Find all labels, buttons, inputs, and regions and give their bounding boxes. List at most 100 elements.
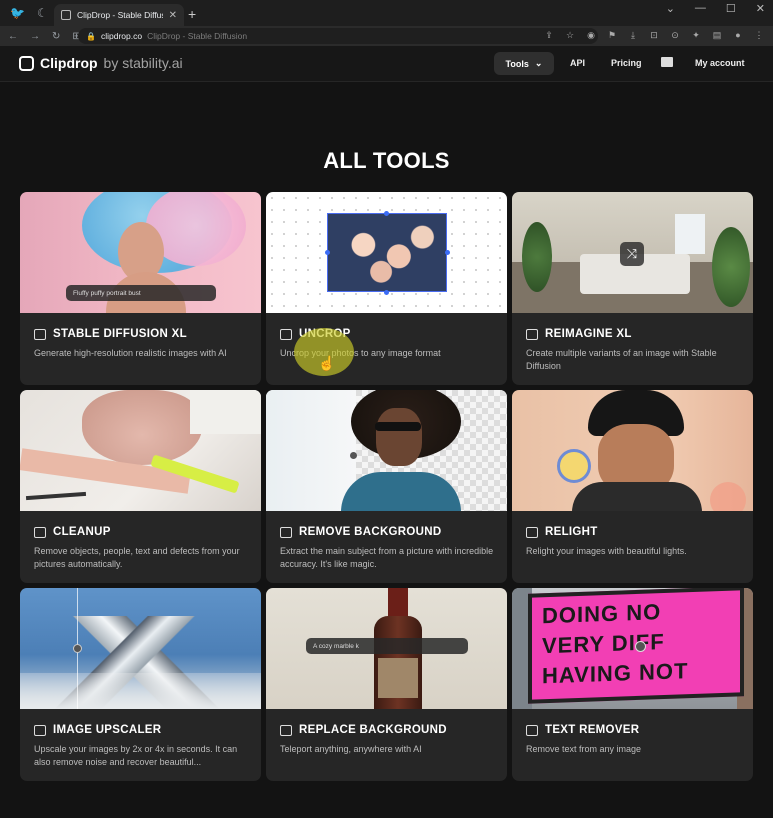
tab-title: ClipDrop - Stable Diffusion	[77, 10, 163, 20]
tool-card-relight[interactable]: RELIGHT Relight your images with beautif…	[512, 390, 753, 583]
minimize-icon[interactable]: —	[695, 2, 706, 15]
tool-title: REPLACE BACKGROUND	[280, 724, 447, 736]
tool-title: TEXT REMOVER	[526, 724, 639, 736]
tool-description: Generate high-resolution realistic image…	[34, 348, 227, 358]
reload-icon[interactable]: ↻	[52, 31, 60, 42]
extension-icon[interactable]: ◉	[585, 29, 597, 41]
browser-tab-bar: 🐦 ☾ ClipDrop - Stable Diffusion ✕ + ⌄ — …	[0, 0, 773, 26]
close-window-icon[interactable]: ✕	[756, 2, 765, 15]
tool-thumbnail	[266, 390, 507, 511]
tool-title-text: IMAGE UPSCALER	[53, 724, 162, 736]
shuffle-icon: ⤨	[620, 242, 644, 266]
tool-card-cleanup[interactable]: CLEANUP Remove objects, people, text and…	[20, 390, 261, 583]
tool-title: REMOVE BACKGROUND	[280, 526, 441, 538]
tool-thumbnail: A cozy marble k	[266, 588, 507, 709]
tool-thumbnail	[266, 192, 507, 313]
address-bar-row: ← → ↻ ⊞ 🔒 clipdrop.co ClipDrop - Stable …	[0, 26, 773, 46]
url-page-title: ClipDrop - Stable Diffusion	[147, 31, 248, 41]
sidebar-icon[interactable]: ▤	[711, 29, 723, 41]
brand-byline: by stability.ai	[103, 55, 183, 71]
moon-icon[interactable]: ☾	[37, 6, 48, 20]
tools-grid: Fluffy puffy portrait bust STABLE DIFFUS…	[20, 192, 753, 781]
eraser-icon	[34, 526, 46, 538]
brand-logo[interactable]: Clipdrop by stability.ai	[19, 55, 183, 71]
window-controls: ⌄ — ☐ ✕	[666, 2, 765, 15]
crop-icon	[280, 328, 292, 340]
download-icon[interactable]: ⤓	[627, 29, 639, 41]
archive-icon[interactable]	[661, 57, 673, 67]
bird-icon[interactable]: 🐦	[10, 6, 25, 20]
tool-title-text: TEXT REMOVER	[545, 724, 640, 736]
billboard-line: HAVING NOT	[542, 658, 689, 689]
tools-label: Tools	[505, 58, 529, 69]
image-icon	[526, 328, 538, 340]
flag-icon[interactable]: ⚑	[606, 29, 618, 41]
extensions-toolbar: ⇪ ☆ ◉ ⚑ ⤓ ⊡ ⊙ ✦ ▤ ● ⋮	[543, 29, 765, 41]
tool-title: RELIGHT	[526, 526, 598, 538]
tool-title: IMAGE UPSCALER	[34, 724, 161, 736]
browser-tab-bar-left: 🐦 ☾	[0, 0, 58, 26]
tool-card-remove-background[interactable]: REMOVE BACKGROUND Extract the main subje…	[266, 390, 507, 583]
puzzle-icon[interactable]: ✦	[690, 29, 702, 41]
favicon-icon	[61, 10, 71, 20]
tool-title-text: RELIGHT	[545, 526, 598, 538]
nav-pricing[interactable]: Pricing	[611, 58, 642, 68]
chevron-down-icon: ⌄	[534, 58, 543, 68]
new-tab-icon[interactable]: +	[188, 6, 196, 22]
tool-title-text: REPLACE BACKGROUND	[299, 724, 447, 736]
text-remove-icon	[526, 724, 538, 736]
tool-thumbnail	[512, 390, 753, 511]
menu-icon[interactable]: ⋮	[753, 29, 765, 41]
tab-search-icon[interactable]: ⌄	[666, 2, 675, 15]
tools-dropdown-button[interactable]: Tools ⌄	[494, 52, 554, 75]
nav-api[interactable]: API	[570, 58, 585, 68]
image-sparkle-icon	[34, 328, 46, 340]
prompt-overlay: A cozy marble k	[306, 638, 468, 654]
tool-card-replace-background[interactable]: A cozy marble k REPLACE BACKGROUND Telep…	[266, 588, 507, 781]
profile-avatar[interactable]: ●	[732, 29, 744, 41]
tool-title-text: REMOVE BACKGROUND	[299, 526, 442, 538]
tool-card-text-remover[interactable]: DOING NO VERY DIFF HAVING NOT TEXT REMOV…	[512, 588, 753, 781]
tool-description: Relight your images with beautiful light…	[526, 546, 687, 556]
maximize-icon[interactable]: ☐	[726, 2, 736, 15]
lock-icon[interactable]: 🔒	[86, 32, 96, 41]
tool-thumbnail: DOING NO VERY DIFF HAVING NOT	[512, 588, 753, 709]
screenshot-icon[interactable]: ⊙	[669, 29, 681, 41]
tool-title: REIMAGINE XL	[526, 328, 632, 340]
layers-icon	[280, 526, 292, 538]
tool-title: CLEANUP	[34, 526, 111, 538]
browser-tab[interactable]: ClipDrop - Stable Diffusion ✕	[54, 4, 184, 26]
clipdrop-logo-icon	[19, 55, 34, 71]
tool-thumbnail: Fluffy puffy portrait bust	[20, 192, 261, 313]
tool-description: Upscale your images by 2x or 4x in secon…	[34, 744, 238, 767]
share-icon[interactable]: ⇪	[543, 29, 555, 41]
address-field[interactable]: 🔒 clipdrop.co ClipDrop - Stable Diffusio…	[78, 28, 598, 44]
tool-description: Teleport anything, anywhere with AI	[280, 744, 422, 754]
tool-card-image-upscaler[interactable]: IMAGE UPSCALER Upscale your images by 2x…	[20, 588, 261, 781]
url-host: clipdrop.co	[100, 31, 143, 41]
replace-image-icon	[280, 724, 292, 736]
tool-description: Create multiple variants of an image wit…	[526, 348, 717, 371]
hand-cursor-icon: ☝	[318, 355, 336, 371]
back-icon[interactable]: ←	[8, 31, 18, 42]
tool-card-reimagine-xl[interactable]: ⤨ REIMAGINE XL Create multiple variants …	[512, 192, 753, 385]
nav-buttons: ← → ↻ ⊞	[0, 31, 89, 42]
tool-thumbnail	[20, 588, 261, 709]
site-header: Clipdrop by stability.ai Tools ⌄ API Pri…	[0, 46, 773, 82]
tool-thumbnail	[20, 390, 261, 511]
star-icon[interactable]: ☆	[564, 29, 576, 41]
lightbulb-icon	[526, 526, 538, 538]
nav-my-account[interactable]: My account	[695, 58, 745, 68]
upscale-icon	[34, 724, 46, 736]
bookmark-icon[interactable]: ⊡	[648, 29, 660, 41]
tool-title-text: STABLE DIFFUSION XL	[53, 328, 187, 340]
page-title: ALL TOOLS	[323, 148, 450, 173]
tool-title-text: CLEANUP	[53, 526, 111, 538]
tool-description: Remove text from any image	[526, 744, 642, 754]
prompt-overlay: Fluffy puffy portrait bust	[66, 285, 216, 301]
tool-description: Extract the main subject from a picture …	[280, 546, 494, 569]
tool-title-text: REIMAGINE XL	[545, 328, 632, 340]
tool-card-stable-diffusion-xl[interactable]: Fluffy puffy portrait bust STABLE DIFFUS…	[20, 192, 261, 385]
close-tab-icon[interactable]: ✕	[169, 10, 177, 21]
forward-icon[interactable]: →	[30, 31, 40, 42]
